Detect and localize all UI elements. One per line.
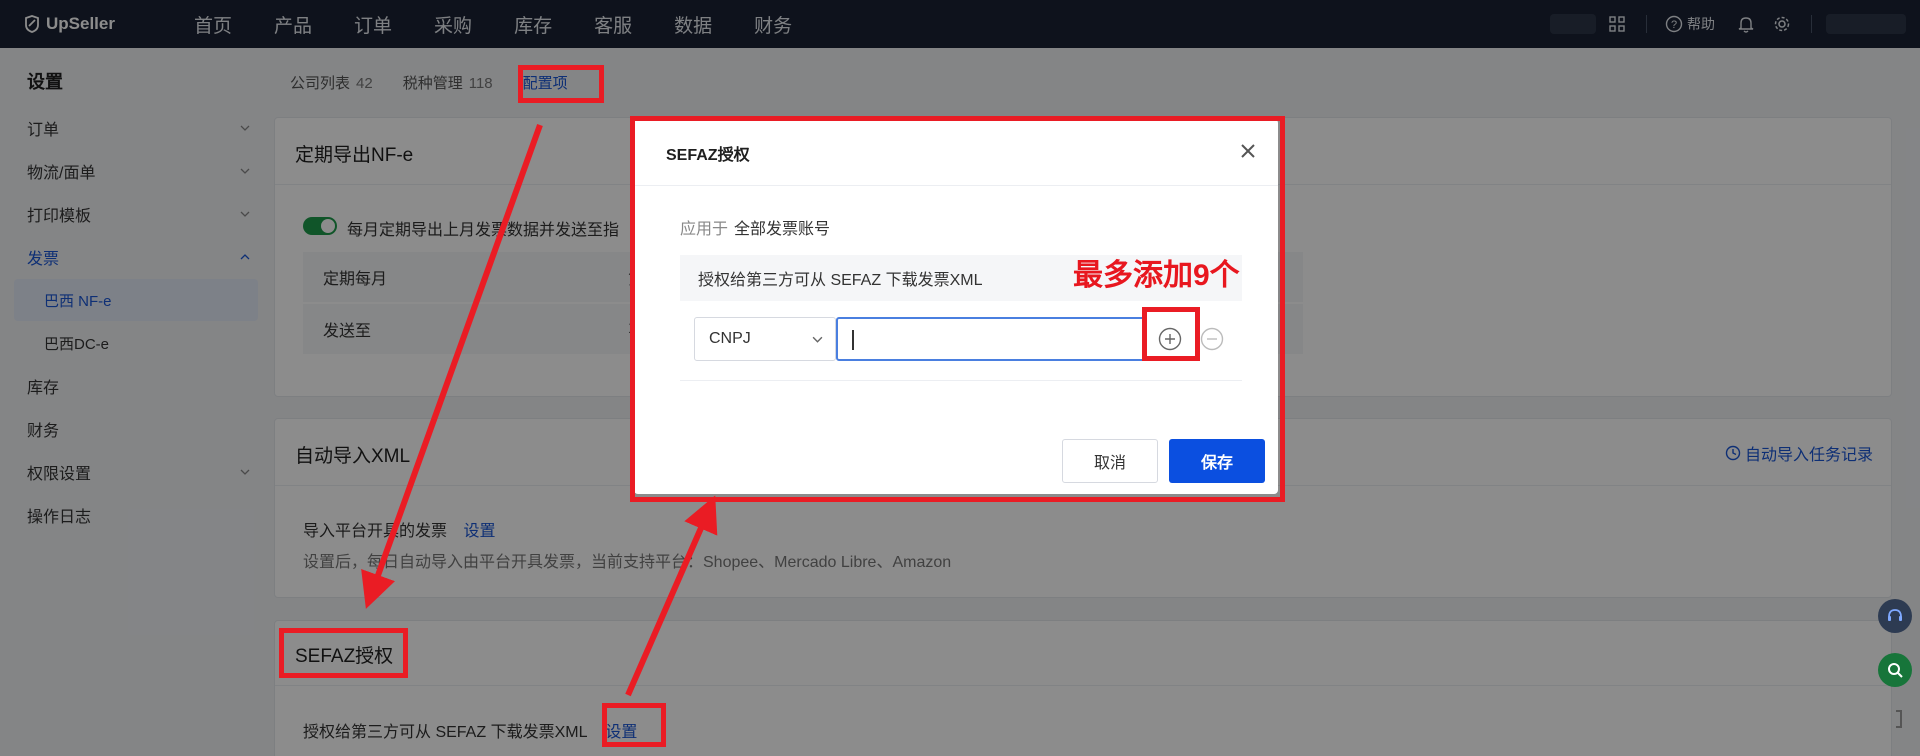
search-icon[interactable] <box>1878 653 1912 687</box>
annotation-box-sefaz-title <box>279 628 408 678</box>
customer-service-icon[interactable] <box>1878 599 1912 633</box>
annotation-box-config-tab <box>518 65 604 103</box>
annotation-max-count: 最多添加9个 <box>1073 259 1240 292</box>
annotation-box-sefaz-settings <box>602 703 666 747</box>
panel-toggle-icon[interactable] <box>1896 710 1902 728</box>
annotation-box-add-button <box>1142 307 1200 361</box>
